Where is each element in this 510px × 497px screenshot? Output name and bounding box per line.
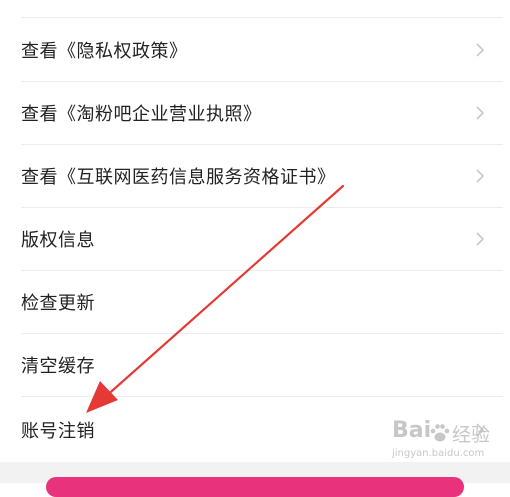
menu-item-label: 账号注销 xyxy=(21,421,95,442)
divider xyxy=(21,17,503,18)
menu-item-label: 版权信息 xyxy=(21,230,95,251)
watermark-text: Bai xyxy=(392,418,432,443)
menu-item-clear-cache[interactable]: 清空缓存 xyxy=(7,334,503,396)
chevron-right-icon xyxy=(476,232,485,246)
menu-item-label: 查看《隐私权政策》 xyxy=(21,41,188,62)
menu-item-medical-certificate[interactable]: 查看《互联网医药信息服务资格证书》 xyxy=(7,145,503,207)
settings-list: 查看《隐私权政策》 查看《淘粉吧企业营业执照》 查看《互联网医药信息服务资格证书… xyxy=(7,0,503,462)
menu-item-label: 查看《互联网医药信息服务资格证书》 xyxy=(21,167,336,188)
menu-item-label: 检查更新 xyxy=(21,293,95,314)
chevron-right-icon xyxy=(476,43,485,57)
baidu-jingyan-watermark: Bai 经验 jingyan.baidu.com xyxy=(392,418,490,466)
paw-icon xyxy=(430,424,450,442)
menu-item-label: 清空缓存 xyxy=(21,356,95,377)
menu-item-check-update[interactable]: 检查更新 xyxy=(7,271,503,333)
divider xyxy=(21,396,503,397)
menu-item-business-license[interactable]: 查看《淘粉吧企业营业执照》 xyxy=(7,82,503,144)
menu-item-privacy-policy[interactable]: 查看《隐私权政策》 xyxy=(7,19,503,81)
watermark-url: jingyan.baidu.com xyxy=(392,448,485,459)
chevron-right-icon xyxy=(476,106,485,120)
chevron-right-icon xyxy=(476,169,485,183)
footer-action-button[interactable] xyxy=(46,477,464,497)
menu-item-copyright[interactable]: 版权信息 xyxy=(7,208,503,270)
menu-item-label: 查看《淘粉吧企业营业执照》 xyxy=(21,104,262,125)
watermark-text-secondary: 经验 xyxy=(452,424,491,446)
